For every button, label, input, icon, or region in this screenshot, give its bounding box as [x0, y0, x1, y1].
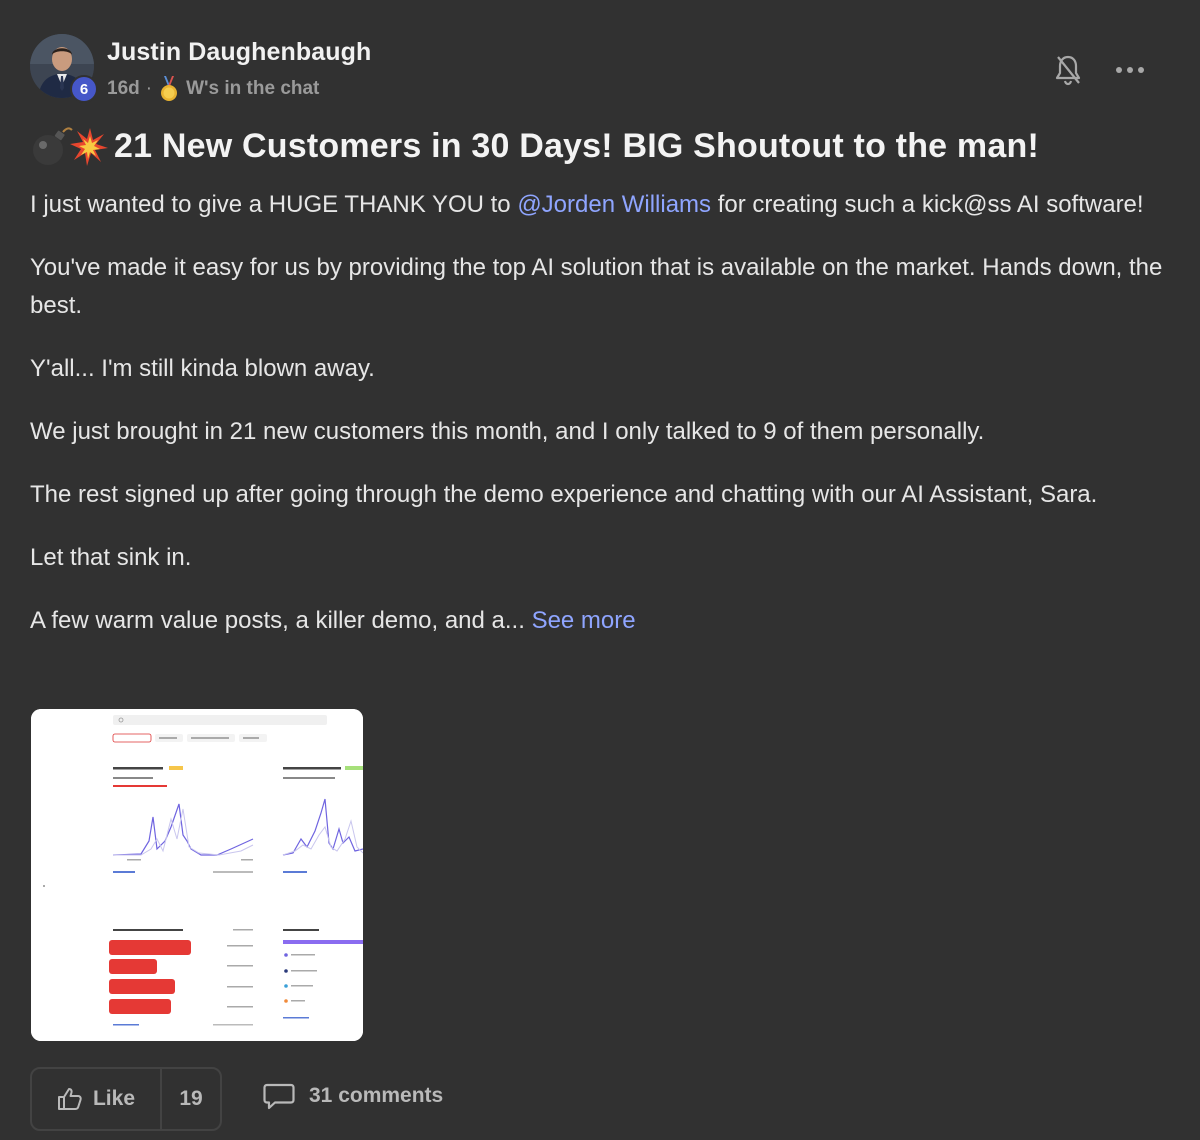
like-count[interactable]: 19	[162, 1069, 220, 1129]
paragraph-6: Let that sink in.	[30, 544, 192, 571]
comment-bubble-icon	[263, 1083, 295, 1110]
author-name[interactable]: Justin Daughenbaugh	[107, 38, 371, 67]
like-label: Like	[92, 1087, 136, 1110]
thumbs-up-icon	[57, 1088, 82, 1110]
gold-medal-icon	[161, 76, 178, 101]
paragraph-4: We just brought in 21 new customers this…	[30, 418, 985, 445]
paragraph-7-text: A few warm value posts, a killer demo, a…	[30, 607, 532, 634]
post-title[interactable]: 21 New Customers in 30 Days! BIG Shoutou…	[114, 127, 1039, 166]
comments-count-label: 31 comments	[309, 1084, 444, 1107]
dashboard-screenshot	[31, 709, 363, 1041]
paragraph-1: I just wanted to give a HUGE THANK YOU t…	[30, 186, 1180, 224]
more-options-icon[interactable]	[1113, 58, 1147, 82]
paragraph-2: You've made it easy for us by providing …	[30, 254, 1163, 319]
meta-separator: ·	[145, 78, 153, 99]
bell-off-icon[interactable]	[1054, 54, 1082, 86]
like-button[interactable]: Like	[32, 1069, 162, 1129]
post-time: 16d	[107, 78, 140, 99]
like-control: Like 19	[30, 1067, 222, 1131]
see-more-link[interactable]: See more	[532, 607, 636, 634]
attached-image[interactable]	[31, 709, 363, 1041]
post-category[interactable]: W's in the chat	[186, 78, 319, 100]
post-meta: 16d · W's in the chat	[107, 76, 319, 102]
paragraph-1-text-end: for creating such a kick@ss AI software!	[711, 191, 1144, 218]
paragraph-1-text: I just wanted to give a HUGE THANK YOU t…	[30, 191, 518, 218]
post-body: I just wanted to give a HUGE THANK YOU t…	[30, 186, 1180, 665]
paragraph-7: A few warm value posts, a killer demo, a…	[30, 602, 1180, 640]
bomb-explosion-emoji	[33, 127, 108, 166]
comments-button[interactable]: 31 comments	[263, 1082, 443, 1110]
paragraph-3: Y'all... I'm still kinda blown away.	[30, 355, 375, 382]
paragraph-5: The rest signed up after going through t…	[30, 481, 1098, 508]
level-badge: 6	[70, 75, 98, 103]
community-post: 6 Justin Daughenbaugh 16d · W's in the c…	[0, 0, 1200, 1140]
user-mention-link[interactable]: @Jorden Williams	[517, 191, 711, 218]
post-title-row: 21 New Customers in 30 Days! BIG Shoutou…	[30, 124, 1039, 168]
